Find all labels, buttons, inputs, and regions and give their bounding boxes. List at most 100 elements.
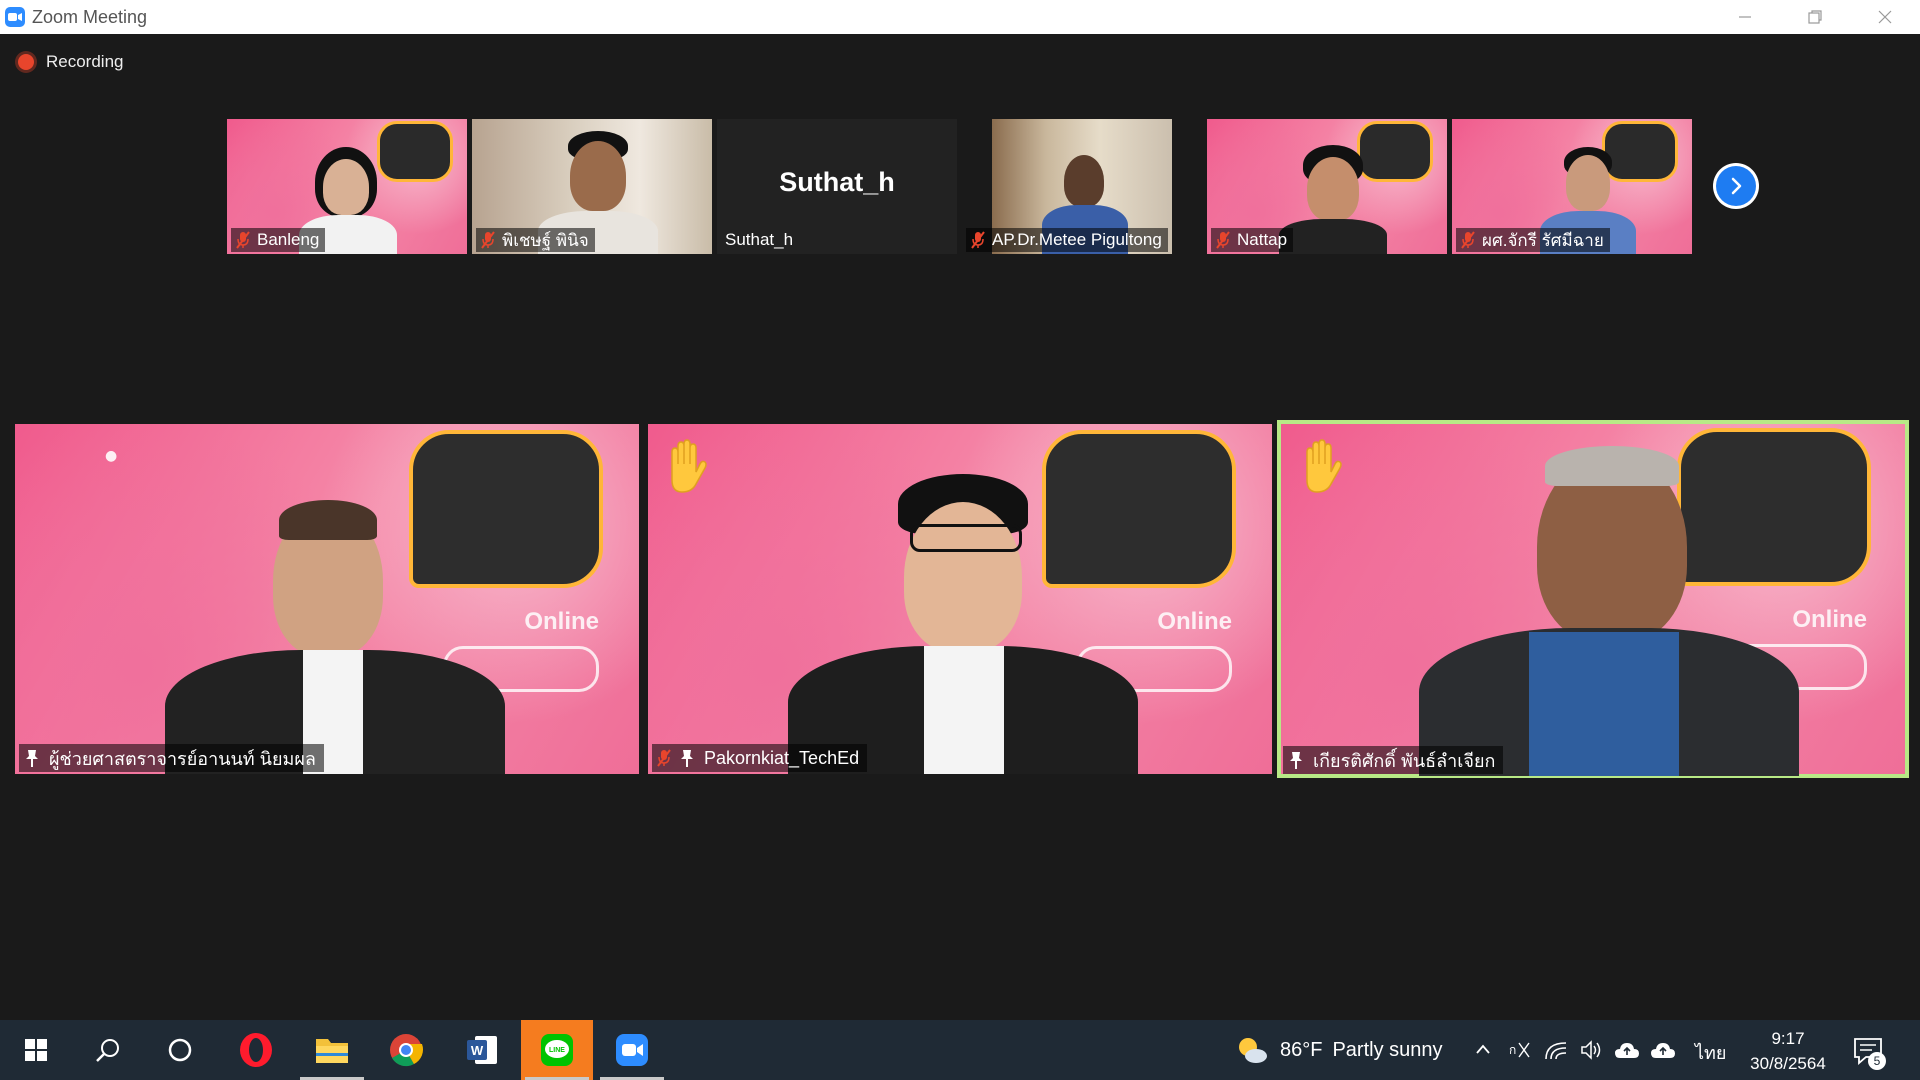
- cloud-upload-icon: [1651, 1043, 1675, 1058]
- wifi-icon: [1545, 1042, 1567, 1060]
- participant-shirt: [924, 646, 1004, 774]
- close-button[interactable]: [1850, 0, 1920, 34]
- filmstrip-tile[interactable]: Suthat_h Suthat_h: [717, 119, 957, 254]
- mic-muted-icon: [657, 749, 671, 767]
- tray-onedrive[interactable]: [1614, 1037, 1640, 1063]
- weather-widget[interactable]: 86°F Partly sunny: [1236, 1020, 1443, 1080]
- cortana-circle-icon: [168, 1038, 192, 1062]
- participant-name: Pakornkiat_TechEd: [704, 747, 860, 768]
- participant-name-tag: Banleng: [231, 228, 326, 252]
- recording-indicator[interactable]: Recording: [18, 52, 124, 72]
- cortana-button[interactable]: [144, 1020, 216, 1080]
- clock-time: 9:17: [1771, 1029, 1805, 1048]
- participant-face: [570, 141, 626, 211]
- windows-taskbar: W LINE 86°F Partly sunny ก ไทย 9:17 30/8…: [0, 1020, 1920, 1080]
- participant-hair: [279, 500, 377, 540]
- pin-icon: [1290, 752, 1302, 769]
- participant-name-tag: เกียรติศักดิ์ พันธ์ลำเจียก: [1283, 746, 1504, 774]
- weather-condition: Partly sunny: [1332, 1038, 1443, 1061]
- filmstrip-tile[interactable]: AP.Dr.Metee Pigultong: [962, 119, 1202, 254]
- pin-icon: [26, 750, 38, 767]
- tray-network[interactable]: [1543, 1037, 1569, 1063]
- search-icon: [96, 1039, 119, 1062]
- background-bubble: [409, 430, 603, 588]
- chevron-right-icon: [1731, 177, 1742, 195]
- pin-icon: [681, 750, 693, 767]
- filmstrip-tile[interactable]: Banleng: [227, 119, 467, 254]
- svg-text:W: W: [471, 1043, 484, 1058]
- mic-muted-icon: [1461, 231, 1475, 249]
- start-button[interactable]: [0, 1020, 72, 1080]
- windows-logo-icon: [25, 1039, 47, 1061]
- participant-name: ผู้ช่วยศาสตราจารย์อานนท์ นิยมผล: [49, 748, 316, 769]
- recording-label: Recording: [46, 52, 124, 71]
- raised-hand-icon: [1306, 439, 1342, 493]
- participant-name-tag: ผศ.จักรี รัศมีฉาย: [1456, 228, 1610, 252]
- filmstrip-tile[interactable]: ผศ.จักรี รัศมีฉาย: [1452, 119, 1692, 254]
- svg-text:ก: ก: [1509, 1043, 1516, 1057]
- mic-muted-icon: [236, 231, 250, 249]
- chrome-icon: [390, 1034, 424, 1067]
- taskbar-line[interactable]: LINE: [521, 1020, 593, 1080]
- next-page-button[interactable]: [1713, 163, 1759, 209]
- notification-count-badge: 5: [1868, 1052, 1886, 1070]
- partly-sunny-icon: [1239, 1038, 1267, 1063]
- participant-face: [1064, 155, 1104, 207]
- mic-muted-icon: [971, 231, 985, 249]
- input-method-icon: ก: [1509, 1042, 1530, 1058]
- participant-name-tag: Pakornkiat_TechEd: [652, 744, 868, 772]
- minimize-button[interactable]: [1710, 0, 1780, 34]
- background-bubble: [1357, 121, 1433, 182]
- speaker-icon: [1581, 1040, 1601, 1060]
- video-tile[interactable]: ● Online ผู้ช่วยศาสตราจารย์อานนท์ นิยมผล: [15, 424, 639, 774]
- background-bubble: [1602, 121, 1678, 182]
- participant-name: เกียรติศักดิ์ พันธ์ลำเจียก: [1313, 750, 1496, 771]
- taskbar-zoom[interactable]: [596, 1020, 668, 1080]
- show-hidden-icons-button[interactable]: [1470, 1037, 1496, 1063]
- background-bubble: [1042, 430, 1236, 588]
- restore-button[interactable]: [1780, 0, 1850, 34]
- participant-name: Suthat_h: [725, 230, 794, 249]
- background-online-text: Online: [1157, 608, 1232, 635]
- zoom-app-icon: [5, 7, 25, 27]
- opera-icon: [240, 1033, 272, 1067]
- taskbar-opera[interactable]: [220, 1020, 292, 1080]
- tray-volume[interactable]: [1578, 1037, 1604, 1063]
- taskbar-file-explorer[interactable]: [296, 1020, 368, 1080]
- word-icon: W: [467, 1036, 497, 1064]
- participant-name-tag: Nattap: [1211, 228, 1294, 252]
- zoom-icon: [616, 1034, 648, 1066]
- mic-muted-icon: [1216, 231, 1230, 249]
- window-title: Zoom Meeting: [32, 6, 148, 27]
- taskbar-clock[interactable]: 9:17 30/8/2564: [1738, 1026, 1838, 1076]
- taskbar-word[interactable]: W: [446, 1020, 518, 1080]
- language-indicator[interactable]: ไทย: [1695, 1038, 1726, 1067]
- video-tile-active-speaker[interactable]: Online เกียรติศักดิ์ พันธ์ลำเจียก: [1277, 420, 1909, 778]
- participant-shirt: [1529, 632, 1679, 776]
- search-button[interactable]: [72, 1020, 144, 1080]
- title-bar: Zoom Meeting: [0, 0, 1920, 34]
- participant-hair: [1545, 446, 1679, 486]
- background-bubble: [1677, 428, 1871, 586]
- tray-onedrive-2[interactable]: [1650, 1037, 1676, 1063]
- participant-name-tag: ผู้ช่วยศาสตราจารย์อานนท์ นิยมผล: [19, 744, 324, 772]
- participant-name: Banleng: [257, 230, 320, 249]
- background-bubble: [377, 121, 453, 182]
- taskbar-chrome[interactable]: [370, 1020, 442, 1080]
- participant-name-tag: AP.Dr.Metee Pigultong: [966, 228, 1168, 252]
- mic-muted-icon: [481, 231, 495, 249]
- background-logo: ●: [105, 448, 118, 464]
- tray-language-input[interactable]: ก: [1506, 1037, 1532, 1063]
- svg-text:LINE: LINE: [549, 1047, 565, 1054]
- video-tile[interactable]: Online Pakornkiat_TechEd: [648, 424, 1272, 774]
- filmstrip-tile[interactable]: พิเชษฐ์ พินิจ: [472, 119, 712, 254]
- weather-temp: 86°F: [1280, 1038, 1323, 1061]
- participant-name: AP.Dr.Metee Pigultong: [992, 230, 1162, 249]
- participant-face: [323, 159, 369, 215]
- raised-hand-icon: [671, 439, 707, 493]
- close-icon: [1878, 10, 1892, 24]
- minimize-icon: [1739, 16, 1751, 18]
- participant-name-tag: พิเชษฐ์ พินิจ: [476, 228, 595, 252]
- participant-face: [1307, 157, 1359, 221]
- filmstrip-tile[interactable]: Nattap: [1207, 119, 1447, 254]
